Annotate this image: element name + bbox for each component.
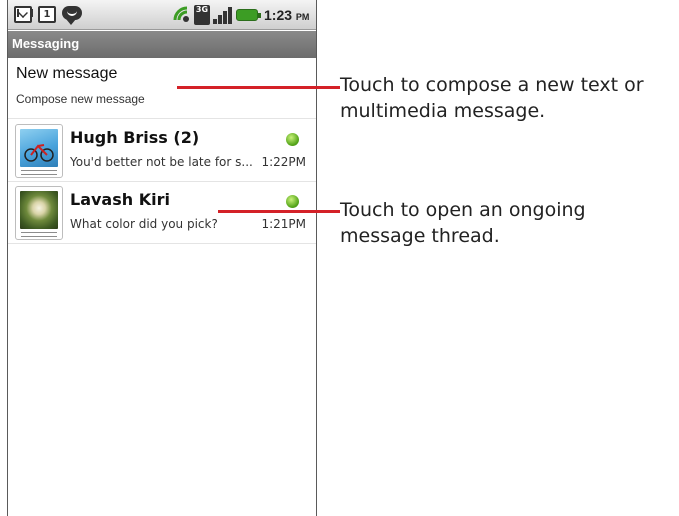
- callout-thread-text: Touch to open an ongoing message thread.: [340, 199, 586, 247]
- chat-icon: [62, 6, 82, 25]
- gmail-icon: [14, 6, 33, 23]
- avatar[interactable]: [15, 124, 63, 178]
- new-message-sublabel: Compose new message: [16, 92, 145, 106]
- thread-row[interactable]: Hugh Briss (2) You'd better not be late …: [8, 119, 316, 182]
- battery-icon: [236, 9, 261, 21]
- presence-icon: [286, 195, 299, 208]
- presence-icon: [286, 133, 299, 146]
- clock-ampm: PM: [295, 12, 310, 22]
- calendar-day: 1: [43, 9, 51, 20]
- app-title: Messaging: [12, 36, 80, 51]
- thread-time: 1:22PM: [261, 155, 306, 169]
- status-bar[interactable]: 1 3G 1:23 PM: [8, 0, 316, 30]
- callout-new-message-text: Touch to compose a new text or multimedi…: [340, 74, 644, 122]
- avatar[interactable]: [15, 186, 63, 240]
- callout-line: [218, 210, 340, 213]
- thread-snippet: What color did you pick?: [70, 217, 218, 231]
- clock-time: 1:23: [264, 7, 293, 23]
- thread-snippet: You'd better not be late for s...: [70, 155, 253, 169]
- signal-bars-icon: [213, 6, 233, 24]
- phone-screen: 1 3G 1:23 PM Messaging New message Compo…: [7, 0, 317, 516]
- thread-contact-name: Lavash Kiri: [70, 190, 170, 209]
- signal-wave-icon: [173, 6, 189, 22]
- calendar-icon: 1: [38, 6, 56, 23]
- thread-time: 1:21PM: [261, 217, 306, 231]
- contact-photo: [20, 191, 58, 229]
- 3g-icon: 3G: [194, 5, 210, 25]
- network-label: 3G: [195, 5, 209, 14]
- callout-line: [177, 86, 340, 89]
- contact-photo: [20, 129, 58, 167]
- status-clock: 1:23 PM: [264, 7, 309, 23]
- app-title-bar: Messaging: [8, 31, 316, 58]
- new-message-label: New message: [16, 65, 118, 82]
- thread-contact-name: Hugh Briss (2): [70, 128, 200, 147]
